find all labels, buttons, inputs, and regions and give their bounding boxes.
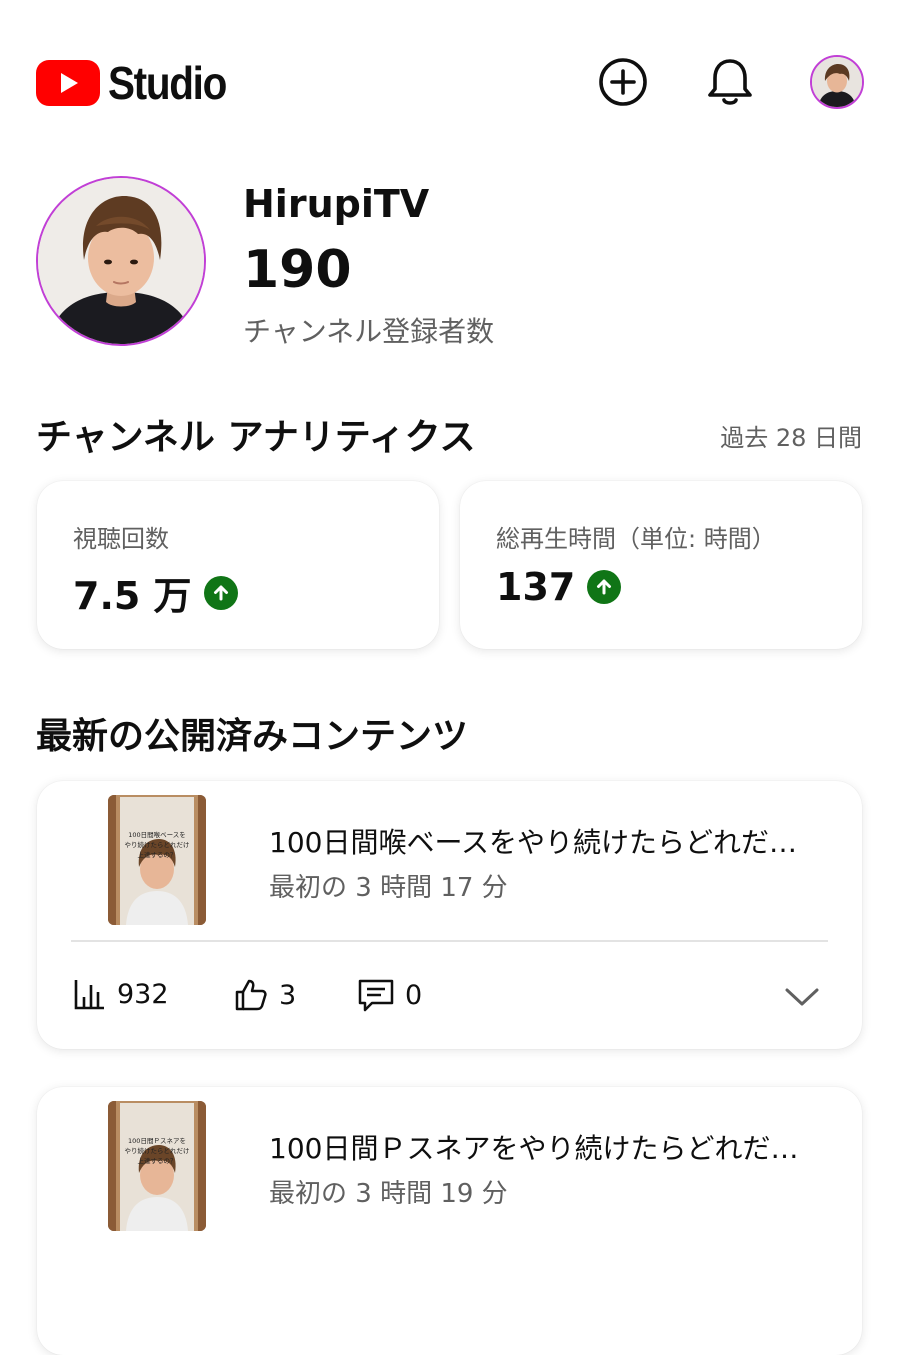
trend-up-icon (587, 570, 622, 604)
trend-up-icon (203, 575, 238, 610)
stat-value: 137 (496, 565, 576, 609)
svg-text:100日間喉ベースを: 100日間喉ベースを (128, 830, 186, 839)
chevron-down-icon (785, 988, 819, 1006)
analytics-title: チャンネル アナリティクス (36, 417, 476, 458)
app-header: Studio (0, 0, 900, 160)
views-metric: 932 (73, 977, 169, 1011)
video-thumbnail-image: 100日間Ｐスネアを やり続けたらどれだけ 上達するの？ (108, 1101, 206, 1231)
video-title[interactable]: 100日間喉ベースをやり続けたらどれだ… (269, 821, 824, 861)
logo-text: Studio (108, 57, 227, 109)
likes-count: 3 (279, 979, 297, 1011)
svg-text:100日間Ｐスネアを: 100日間Ｐスネアを (128, 1137, 186, 1145)
views-stat-card[interactable]: 視聴回数 7.5 万 (37, 481, 439, 649)
svg-text:上達するの？: 上達するの？ (138, 850, 177, 859)
latest-content-title: 最新の公開済みコンテンツ (36, 716, 469, 757)
video-meta: 最初の 3 時間 19 分 (269, 1179, 508, 1209)
video-thumbnail[interactable]: 100日間Ｐスネアを やり続けたらどれだけ 上達するの？ (108, 1101, 206, 1231)
video-thumbnail[interactable]: 100日間喉ベースを やり続けたらどれだけ 上達するの？ (108, 795, 206, 925)
youtube-studio-logo[interactable]: Studio (36, 56, 242, 110)
channel-name: HirupiTV (243, 182, 430, 226)
video-thumbnail-image: 100日間喉ベースを やり続けたらどれだけ 上達するの？ (108, 795, 206, 925)
stat-label: 総再生時間（単位: 時間） (496, 525, 776, 553)
expand-button[interactable] (782, 977, 822, 1017)
bell-icon (708, 59, 752, 105)
stat-label: 視聴回数 (73, 525, 169, 553)
divider (71, 940, 828, 942)
svg-text:上達するの？: 上達するの？ (138, 1156, 177, 1165)
svg-text:やり続けたらどれだけ: やり続けたらどれだけ (125, 840, 190, 849)
stat-value-row: 7.5 万 (73, 565, 238, 620)
likes-metric: 3 (233, 977, 296, 1013)
notifications-button[interactable] (703, 55, 757, 109)
create-button[interactable] (596, 55, 650, 109)
subscriber-label: チャンネル登録者数 (243, 315, 495, 348)
comments-metric: 0 (357, 977, 422, 1013)
comments-count: 0 (405, 979, 423, 1011)
stat-value: 7.5 万 (73, 574, 192, 618)
channel-avatar[interactable] (36, 176, 206, 346)
account-avatar-image (812, 57, 862, 107)
latest-content-card[interactable]: 100日間喉ベースを やり続けたらどれだけ 上達するの？ 100日間喉ベースをや… (37, 781, 862, 1049)
video-meta: 最初の 3 時間 17 分 (269, 873, 508, 903)
comment-icon (358, 979, 394, 1012)
latest-content-card[interactable]: 100日間Ｐスネアを やり続けたらどれだけ 上達するの？ 100日間Ｐスネアをや… (37, 1087, 862, 1355)
subscriber-count: 190 (243, 240, 352, 300)
thumbs-up-icon (235, 979, 267, 1011)
svg-text:やり続けたらどれだけ: やり続けたらどれだけ (125, 1146, 190, 1155)
video-title[interactable]: 100日間Ｐスネアをやり続けたらどれだ… (269, 1127, 824, 1167)
account-avatar[interactable] (810, 55, 864, 109)
bar-chart-icon (74, 980, 104, 1010)
stat-value-row: 137 (496, 565, 622, 609)
analytics-period: 過去 28 日間 (720, 424, 862, 452)
channel-avatar-image (38, 178, 204, 344)
watch-time-stat-card[interactable]: 総再生時間（単位: 時間） 137 (460, 481, 862, 649)
create-plus-icon (599, 58, 647, 106)
youtube-play-logo-icon (36, 60, 100, 106)
views-count: 932 (117, 978, 169, 1010)
